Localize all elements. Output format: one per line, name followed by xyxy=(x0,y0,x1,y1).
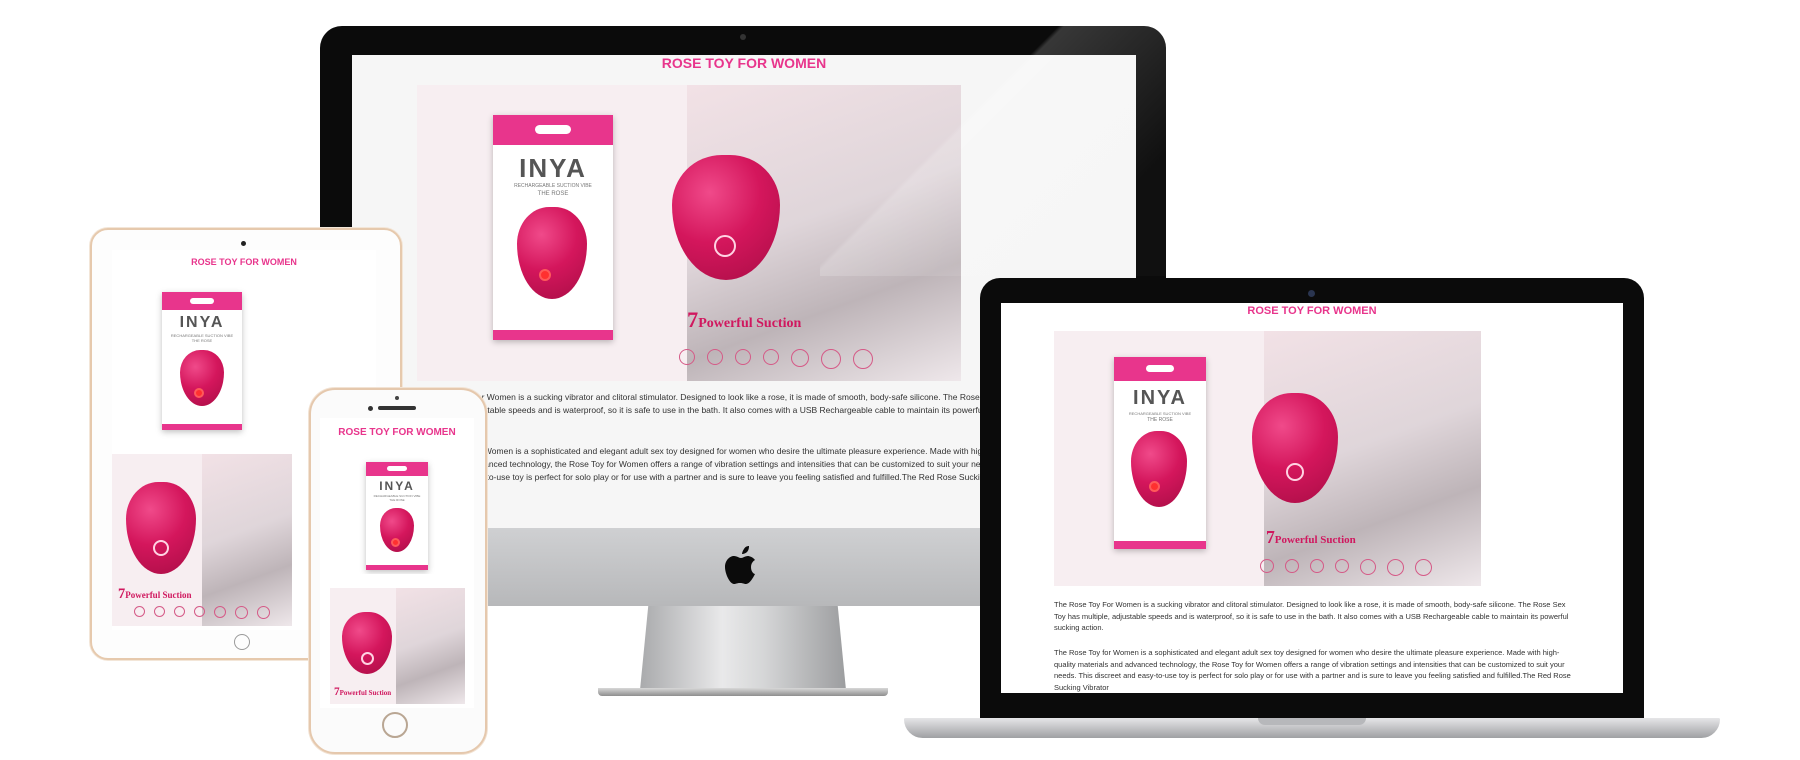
phone-home-button[interactable] xyxy=(382,712,408,738)
imac-stand xyxy=(640,606,846,690)
hero-image-box: INYA RECHARGEABLE SUCTION VIBE THE ROSE xyxy=(112,276,292,454)
imac-glare xyxy=(820,26,1166,276)
rose-product xyxy=(342,612,392,674)
rose-on-box xyxy=(1131,431,1187,507)
laptop-notch xyxy=(1258,718,1366,725)
laptop-screen: ROSE TOY FOR WOMEN INYA RECHARGEABLE SUC… xyxy=(1001,303,1623,693)
rose-on-box xyxy=(380,508,414,552)
suction-modes xyxy=(1260,559,1432,576)
product-box: INYA RECHARGEABLE SUCTION VIBE THE ROSE xyxy=(162,292,242,430)
box-subtitle: RECHARGEABLE SUCTION VIBE xyxy=(1128,411,1192,416)
phone-camera xyxy=(368,406,373,411)
hero-image-rose: 7Powerful Suction xyxy=(112,454,292,626)
suction-label: 7Powerful Suction xyxy=(334,686,392,698)
brand-logo: INYA xyxy=(519,153,587,183)
page-title: ROSE TOY FOR WOMEN xyxy=(191,257,297,267)
model-photo xyxy=(202,454,292,626)
imac-camera xyxy=(740,34,746,40)
hero-image-box: INYA RECHARGEABLE SUCTION VIBE THE ROSE xyxy=(330,452,465,574)
box-product-name: THE ROSE xyxy=(191,338,213,343)
brand-logo: INYA xyxy=(379,479,415,493)
hero-image: INYA RECHARGEABLE SUCTION VIBE THE ROSE … xyxy=(1054,331,1481,586)
rose-on-box xyxy=(517,207,587,299)
page-title: ROSE TOY FOR WOMEN xyxy=(338,427,456,438)
suction-modes xyxy=(679,349,873,369)
brand-logo: INYA xyxy=(1133,387,1187,409)
paragraph-1: The Rose Toy For Women is a sucking vibr… xyxy=(417,392,1016,428)
rose-on-box xyxy=(180,350,224,406)
phone-sensor xyxy=(395,396,399,400)
suction-label: 7Powerful Suction xyxy=(687,307,802,332)
laptop-camera xyxy=(1308,290,1315,297)
apple-logo-icon xyxy=(725,546,755,584)
suction-modes xyxy=(134,606,270,619)
model-photo xyxy=(396,588,465,704)
rose-product xyxy=(126,482,196,574)
paragraph-2: The Rose Toy for Women is a sophisticate… xyxy=(1054,648,1571,692)
suction-label: 7Powerful Suction xyxy=(1266,527,1356,547)
box-product-name: THE ROSE xyxy=(537,191,569,197)
imac-stand-foot xyxy=(598,688,888,696)
product-box: INYA RECHARGEABLE SUCTION VIBE THE ROSE xyxy=(493,115,613,340)
phone-speaker xyxy=(378,406,416,410)
page-title: ROSE TOY FOR WOMEN xyxy=(1247,305,1377,317)
phone-screen: ROSE TOY FOR WOMEN INYA RECHARGEABLE SUC… xyxy=(320,418,474,708)
box-subtitle: RECHARGEABLE SUCTION VIBE xyxy=(514,183,592,189)
product-box: INYA RECHARGEABLE SUCTION VIBE THE ROSE xyxy=(366,462,428,570)
brand-logo: INYA xyxy=(179,314,225,331)
tablet-camera xyxy=(241,241,246,246)
suction-label: 7Powerful Suction xyxy=(118,586,192,602)
box-product-name: THE ROSE xyxy=(389,498,405,502)
paragraph-1: The Rose Toy For Women is a sucking vibr… xyxy=(1054,600,1569,633)
paragraph-2: The Rose Toy for Women is a sophisticate… xyxy=(417,446,1022,483)
hero-image-rose: 7Powerful Suction xyxy=(330,588,465,704)
product-box: INYA RECHARGEABLE SUCTION VIBE THE ROSE xyxy=(1114,357,1206,549)
box-product-name: THE ROSE xyxy=(1147,417,1173,423)
tablet-home-button[interactable] xyxy=(234,634,250,650)
